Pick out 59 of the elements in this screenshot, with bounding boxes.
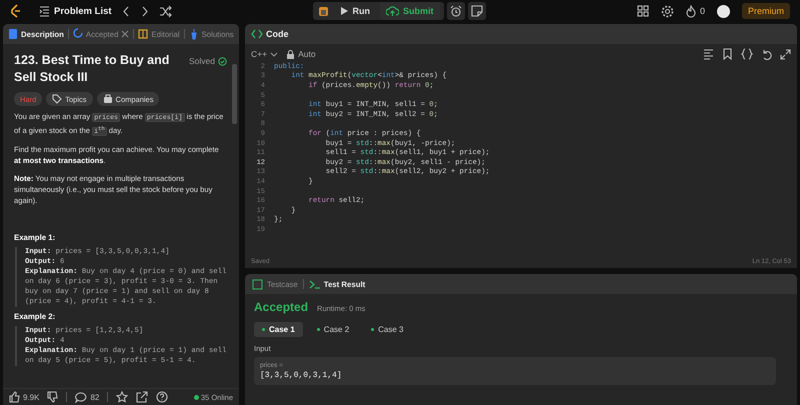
problem-title: 123. Best Time to Buy and Sell Stock III [14, 52, 170, 86]
logo-icon[interactable] [8, 3, 22, 19]
thumbs-down-icon[interactable] [47, 391, 58, 403]
flame-icon [686, 4, 696, 18]
status-dot-icon [194, 394, 199, 400]
terminal-icon [308, 278, 321, 290]
streak-button[interactable]: 0 [686, 4, 705, 18]
close-icon [121, 30, 130, 38]
editorial-tab-icon [138, 28, 148, 40]
code-icon [251, 28, 263, 40]
submit-button[interactable]: Submit [380, 2, 440, 20]
code-tab[interactable]: Code [251, 28, 288, 40]
align-left-icon[interactable] [703, 48, 714, 60]
expand-icon[interactable] [780, 48, 791, 60]
solved-status: Solved [189, 56, 215, 66]
topics-icon [52, 94, 62, 104]
premium-button[interactable]: Premium [742, 3, 790, 19]
problem-list-button[interactable]: Problem List [39, 4, 112, 18]
comments-button[interactable]: 82 [75, 392, 100, 402]
play-icon [340, 6, 348, 16]
status-dot-icon [371, 328, 374, 331]
alarm-clock-icon [450, 5, 462, 17]
chevron-right-icon[interactable] [140, 4, 150, 18]
note-icon [470, 5, 482, 17]
status-dot-icon [262, 328, 265, 331]
comment-icon [75, 392, 88, 402]
settings-icon[interactable] [660, 4, 674, 18]
timer-button[interactable] [446, 2, 464, 20]
run-button[interactable]: Run [334, 2, 376, 20]
share-icon[interactable] [136, 391, 148, 403]
braces-icon[interactable] [741, 48, 753, 60]
check-circle-icon [218, 56, 227, 66]
checkbox-icon [252, 278, 264, 290]
avatar[interactable] [716, 4, 730, 18]
star-icon[interactable] [116, 391, 128, 403]
scrollbar-thumb[interactable] [232, 64, 237, 124]
auto-mode-button[interactable]: Auto [286, 48, 316, 60]
language-dropdown[interactable]: C++ [251, 49, 278, 59]
verdict-text: Accepted [254, 300, 308, 314]
case-tab[interactable]: Case 1 [254, 322, 303, 337]
like-button[interactable]: 9.9K [9, 391, 40, 403]
case-tab[interactable]: Case 3 [363, 322, 412, 337]
grid-icon[interactable] [636, 5, 649, 17]
cloud-upload-icon [386, 5, 399, 17]
help-icon[interactable] [156, 391, 168, 403]
chevron-down-icon [270, 52, 278, 56]
bookmark-icon[interactable] [722, 48, 733, 60]
status-dot-icon [316, 328, 320, 331]
undo-icon[interactable] [761, 48, 772, 60]
list-icon [39, 4, 50, 18]
parameter-value: [3,3,5,0,0,3,1,4] [260, 371, 343, 380]
chevron-left-icon[interactable] [120, 4, 131, 18]
case-tab[interactable]: Case 2 [308, 322, 358, 337]
notes-button[interactable] [468, 2, 486, 20]
thumbs-up-icon [9, 391, 20, 403]
solutions-tab-icon [188, 28, 199, 40]
lock-icon [286, 48, 296, 60]
companies-icon [102, 94, 113, 104]
shuffle-icon[interactable] [158, 4, 172, 18]
